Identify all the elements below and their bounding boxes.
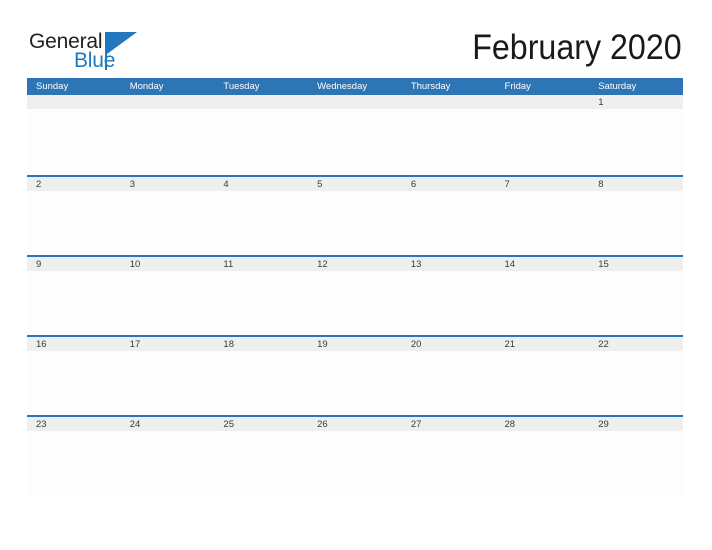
day-event-area[interactable] [308, 431, 402, 495]
day-event-area[interactable] [27, 351, 121, 415]
date-number[interactable]: 23 [27, 417, 121, 431]
day-event-area[interactable] [27, 431, 121, 495]
date-number[interactable]: 25 [214, 417, 308, 431]
weekday-header-tuesday: Tuesday [223, 81, 260, 92]
day-event-area[interactable] [214, 351, 308, 415]
day-event-area[interactable] [27, 191, 121, 255]
day-event-area[interactable] [589, 271, 683, 335]
week-date-band: 16 17 18 19 20 21 22 [27, 337, 683, 351]
week-date-band: 1 [27, 95, 683, 109]
day-event-area[interactable] [496, 271, 590, 335]
date-number[interactable]: 27 [402, 417, 496, 431]
day-event-area[interactable] [308, 271, 402, 335]
date-number[interactable]: 7 [496, 177, 590, 191]
calendar-week-row: 23 24 25 26 27 28 29 [27, 415, 683, 495]
date-number[interactable]: 3 [121, 177, 215, 191]
day-event-area[interactable] [308, 351, 402, 415]
week-event-band [27, 191, 683, 255]
date-number[interactable]: 16 [27, 337, 121, 351]
calendar-week-row: 16 17 18 19 20 21 22 [27, 335, 683, 415]
page-title: February 2020 [472, 28, 682, 67]
day-event-area[interactable] [121, 191, 215, 255]
weekday-header-saturday: Saturday [598, 81, 637, 92]
day-event-area[interactable] [27, 109, 121, 173]
weekday-header-wednesday: Wednesday [317, 81, 368, 92]
calendar-table: Sunday Monday Tuesday Wednesday Thursday… [27, 78, 683, 495]
day-event-area[interactable] [308, 191, 402, 255]
day-event-area[interactable] [121, 351, 215, 415]
date-number[interactable]: 8 [589, 177, 683, 191]
date-number[interactable]: 9 [27, 257, 121, 271]
date-number[interactable]: 21 [496, 337, 590, 351]
date-number[interactable]: 22 [589, 337, 683, 351]
week-date-band: 23 24 25 26 27 28 29 [27, 417, 683, 431]
weekday-header-monday: Monday [129, 81, 164, 92]
day-event-area[interactable] [496, 351, 590, 415]
date-number[interactable]: 26 [308, 417, 402, 431]
date-number[interactable]: 1 [589, 95, 683, 109]
day-event-area[interactable] [121, 431, 215, 495]
date-number[interactable]: 2 [27, 177, 121, 191]
day-event-area[interactable] [402, 191, 496, 255]
weekday-header-friday: Friday [504, 81, 531, 92]
date-number[interactable]: 29 [589, 417, 683, 431]
day-event-area[interactable] [402, 271, 496, 335]
date-number[interactable]: 13 [402, 257, 496, 271]
day-event-area[interactable] [496, 431, 590, 495]
week-event-band [27, 109, 683, 173]
date-number[interactable]: 19 [308, 337, 402, 351]
week-event-band [27, 351, 683, 415]
day-event-area[interactable] [308, 109, 402, 173]
weekday-header-thursday: Thursday [410, 81, 451, 92]
date-number[interactable]: 20 [402, 337, 496, 351]
brand-name-bottom: Blue [74, 49, 116, 72]
date-number[interactable] [308, 95, 402, 109]
calendar-weekday-header-row: Sunday Monday Tuesday Wednesday Thursday… [27, 78, 683, 95]
day-event-area[interactable] [589, 431, 683, 495]
week-date-band: 2 3 4 5 6 7 8 [27, 177, 683, 191]
date-number[interactable]: 10 [121, 257, 215, 271]
day-event-area[interactable] [214, 271, 308, 335]
date-number[interactable] [121, 95, 215, 109]
week-date-band: 9 10 11 12 13 14 15 [27, 257, 683, 271]
day-event-area[interactable] [589, 109, 683, 173]
date-number[interactable]: 18 [214, 337, 308, 351]
day-event-area[interactable] [589, 191, 683, 255]
brand-logo[interactable]: General Blue [29, 31, 229, 73]
date-number[interactable] [27, 95, 121, 109]
page-header: General Blue February 2020 [0, 0, 712, 78]
date-number[interactable] [402, 95, 496, 109]
day-event-area[interactable] [214, 109, 308, 173]
week-event-band [27, 271, 683, 335]
date-number[interactable]: 28 [496, 417, 590, 431]
calendar-week-row: 1 [27, 95, 683, 175]
day-event-area[interactable] [496, 109, 590, 173]
date-number[interactable] [496, 95, 590, 109]
day-event-area[interactable] [121, 109, 215, 173]
date-number[interactable]: 4 [214, 177, 308, 191]
day-event-area[interactable] [121, 271, 215, 335]
day-event-area[interactable] [402, 109, 496, 173]
weekday-header-sunday: Sunday [36, 81, 69, 92]
date-number[interactable]: 12 [308, 257, 402, 271]
date-number[interactable]: 14 [496, 257, 590, 271]
date-number[interactable]: 24 [121, 417, 215, 431]
calendar-week-row: 9 10 11 12 13 14 15 [27, 255, 683, 335]
date-number[interactable]: 17 [121, 337, 215, 351]
day-event-area[interactable] [496, 191, 590, 255]
day-event-area[interactable] [402, 431, 496, 495]
day-event-area[interactable] [214, 191, 308, 255]
week-event-band [27, 431, 683, 495]
day-event-area[interactable] [589, 351, 683, 415]
date-number[interactable]: 5 [308, 177, 402, 191]
date-number[interactable]: 15 [589, 257, 683, 271]
day-event-area[interactable] [214, 431, 308, 495]
date-number[interactable]: 11 [214, 257, 308, 271]
date-number[interactable] [214, 95, 308, 109]
calendar-week-row: 2 3 4 5 6 7 8 [27, 175, 683, 255]
date-number[interactable]: 6 [402, 177, 496, 191]
day-event-area[interactable] [402, 351, 496, 415]
day-event-area[interactable] [27, 271, 121, 335]
